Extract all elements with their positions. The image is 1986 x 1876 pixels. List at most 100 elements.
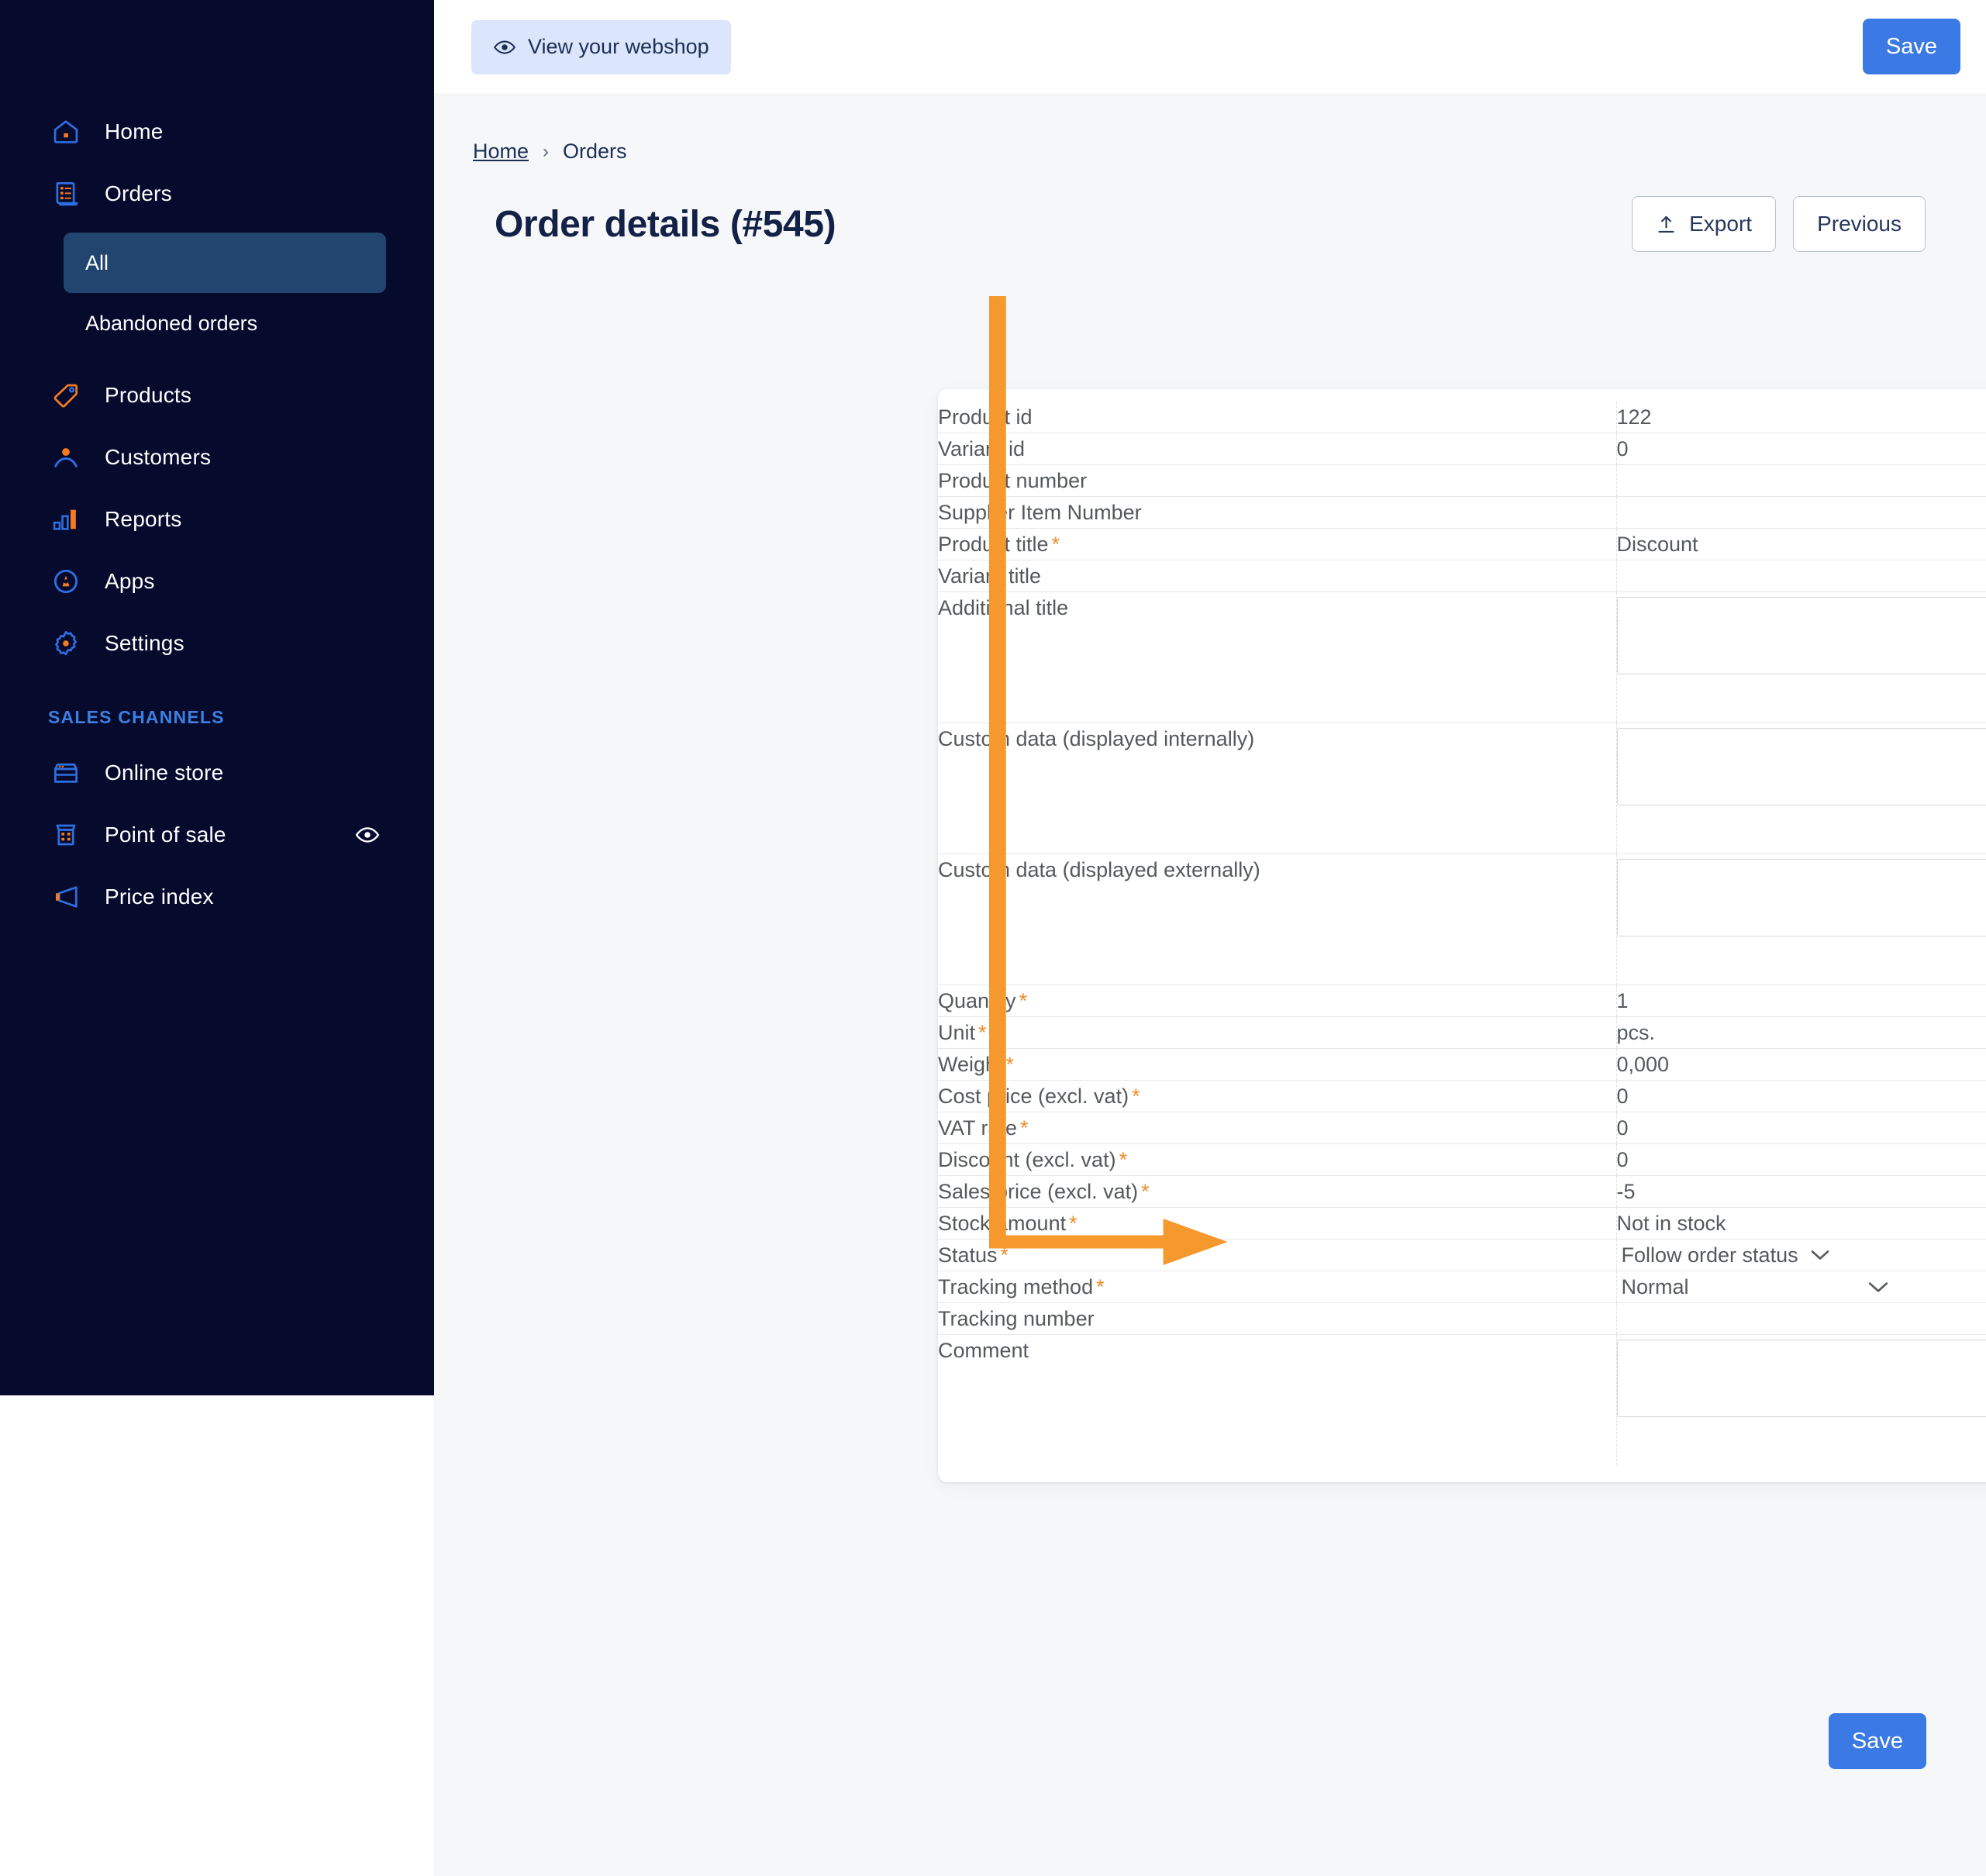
row-label-cell: Weight * <box>938 1049 1465 1081</box>
row-spacer-cell <box>1465 722 1617 854</box>
textarea-field[interactable] <box>1616 728 1986 805</box>
row-label: Custom data (displayed externally) <box>938 858 1260 881</box>
textarea-field[interactable] <box>1616 597 1986 674</box>
row-label: Variant title <box>938 564 1042 588</box>
save-button-top[interactable]: Save <box>1862 19 1960 74</box>
eye-icon[interactable] <box>355 822 380 847</box>
sidebar-item-home[interactable]: Home <box>0 101 434 163</box>
sidebar-item-products[interactable]: Products <box>0 364 434 426</box>
row-label: Product number <box>938 469 1088 492</box>
order-details-body: Product id 122 Variant id 0 Product number Su… <box>938 402 1986 1465</box>
table-row: Supplier Item Number <box>938 496 1986 529</box>
orders-subnav: All Abandoned orders <box>0 225 434 364</box>
row-spacer-cell <box>1465 985 1617 1017</box>
row-label: Cost price (excl. vat) * <box>938 1085 1140 1108</box>
row-value-cell <box>1616 723 1986 854</box>
tag-icon <box>50 380 81 411</box>
table-row: Custom data (displayed internally) <box>938 722 1986 854</box>
row-label-cell: Comment <box>938 1335 1465 1466</box>
sidebar-item-abandoned-orders[interactable]: Abandoned orders <box>64 293 386 353</box>
row-label-cell: Additional title <box>938 592 1465 723</box>
save-button-bottom[interactable]: Save <box>1828 1713 1926 1769</box>
row-label: Product id <box>938 405 1033 429</box>
table-row: Sales price (excl. vat) * -5 <box>938 1175 1986 1208</box>
tracking-method-select[interactable]: Normal <box>1617 1271 1888 1302</box>
previous-button[interactable]: Previous <box>1793 196 1926 252</box>
page-header-actions: Export Previous <box>1632 196 1926 252</box>
sidebar-item-label: Settings <box>105 631 184 655</box>
status-select[interactable]: Follow order status <box>1617 1240 1829 1271</box>
row-label-cell: Custom data (displayed externally) <box>938 854 1465 985</box>
sidebar-item-label: Home <box>105 119 164 143</box>
row-value-cell: 1 <box>1616 985 1986 1017</box>
row-spacer-cell <box>1465 1334 1617 1465</box>
sidebar-item-label: Price index <box>105 885 214 909</box>
row-value-cell: 0 <box>1616 1144 1986 1176</box>
row-label-cell: Tracking method * <box>938 1271 1465 1303</box>
required-asterisk: * <box>978 1021 987 1044</box>
upload-icon <box>1656 214 1677 235</box>
sidebar-item-online-store[interactable]: Online store <box>0 742 434 804</box>
row-value-cell: -5 <box>1616 1176 1986 1208</box>
row-label: Supplier Item Number <box>938 501 1142 524</box>
table-row: Weight * 0,000 <box>938 1048 1986 1081</box>
row-spacer-cell <box>1465 1271 1617 1303</box>
row-label-cell: VAT rate * <box>938 1112 1465 1144</box>
row-value-cell <box>1616 592 1986 723</box>
sidebar-item-label: Customers <box>105 445 212 469</box>
row-value-cell: Discount <box>1616 529 1986 560</box>
required-asterisk: * <box>1141 1180 1150 1203</box>
row-label-cell: Tracking number <box>938 1303 1465 1335</box>
required-asterisk: * <box>1119 1148 1128 1171</box>
row-value: -5 <box>1616 1180 1636 1203</box>
sidebar-item-label: Apps <box>105 569 155 593</box>
sidebar-item-point-of-sale[interactable]: Point of sale <box>0 804 434 866</box>
breadcrumb-orders[interactable]: Orders <box>563 140 627 164</box>
sidebar-item-settings[interactable]: Settings <box>0 612 434 674</box>
export-button[interactable]: Export <box>1632 196 1777 252</box>
row-spacer-cell <box>1465 402 1617 433</box>
row-value <box>1617 497 1986 528</box>
view-webshop-button[interactable]: View your webshop <box>471 19 731 74</box>
row-label-cell: Product id <box>938 402 1465 433</box>
order-details-card: Product id 122 Variant id 0 Product number Su… <box>938 389 1986 1482</box>
row-value-cell <box>1616 1303 1986 1335</box>
row-label-cell: Status * <box>938 1240 1465 1271</box>
table-row: Additional title <box>938 591 1986 723</box>
table-row: Tracking method * Normal <box>938 1271 1986 1303</box>
row-label: Unit * <box>938 1021 987 1044</box>
row-value-cell <box>1616 465 1986 497</box>
sidebar-item-reports[interactable]: Reports <box>0 488 434 550</box>
eye-icon <box>493 36 516 59</box>
table-row: Quantity * 1 <box>938 985 1986 1017</box>
sidebar-item-label: Reports <box>105 507 182 531</box>
table-row: Product id 122 <box>938 402 1986 433</box>
breadcrumb-home[interactable]: Home <box>473 140 529 164</box>
sidebar-item-apps[interactable]: Apps <box>0 550 434 612</box>
view-webshop-label: View your webshop <box>528 35 709 58</box>
order-details-table: Product id 122 Variant id 0 Product number Su… <box>938 402 1986 1465</box>
app-root: Home Orders All Abandoned orders Product… <box>0 0 1986 1876</box>
sidebar-item-price-index[interactable]: Price index <box>0 866 434 928</box>
table-row: Unit * pcs. <box>938 1016 1986 1049</box>
row-value <box>1617 560 1986 591</box>
sidebar-item-orders[interactable]: Orders <box>0 163 434 225</box>
status-select-value: Follow order status <box>1621 1243 1798 1267</box>
row-label: Sales price (excl. vat) * <box>938 1180 1150 1203</box>
row-spacer-cell <box>1465 854 1617 985</box>
sidebar-item-customers[interactable]: Customers <box>0 426 434 488</box>
row-label-cell: Custom data (displayed internally) <box>938 723 1465 854</box>
row-value: pcs. <box>1616 1021 1656 1044</box>
textarea-field[interactable] <box>1616 1340 1986 1417</box>
row-label: Stock amount * <box>938 1212 1077 1235</box>
required-asterisk: * <box>1096 1275 1105 1298</box>
row-label: Comment <box>938 1339 1029 1362</box>
row-value-cell: 0,000 <box>1616 1049 1986 1081</box>
row-spacer-cell <box>1465 1175 1617 1208</box>
row-spacer-cell <box>1465 1112 1617 1144</box>
row-spacer-cell <box>1465 496 1617 529</box>
row-value-cell: 122 <box>1616 402 1986 433</box>
row-label: VAT rate * <box>938 1116 1029 1140</box>
textarea-field[interactable] <box>1616 859 1986 936</box>
sidebar-item-all[interactable]: All <box>64 233 386 293</box>
